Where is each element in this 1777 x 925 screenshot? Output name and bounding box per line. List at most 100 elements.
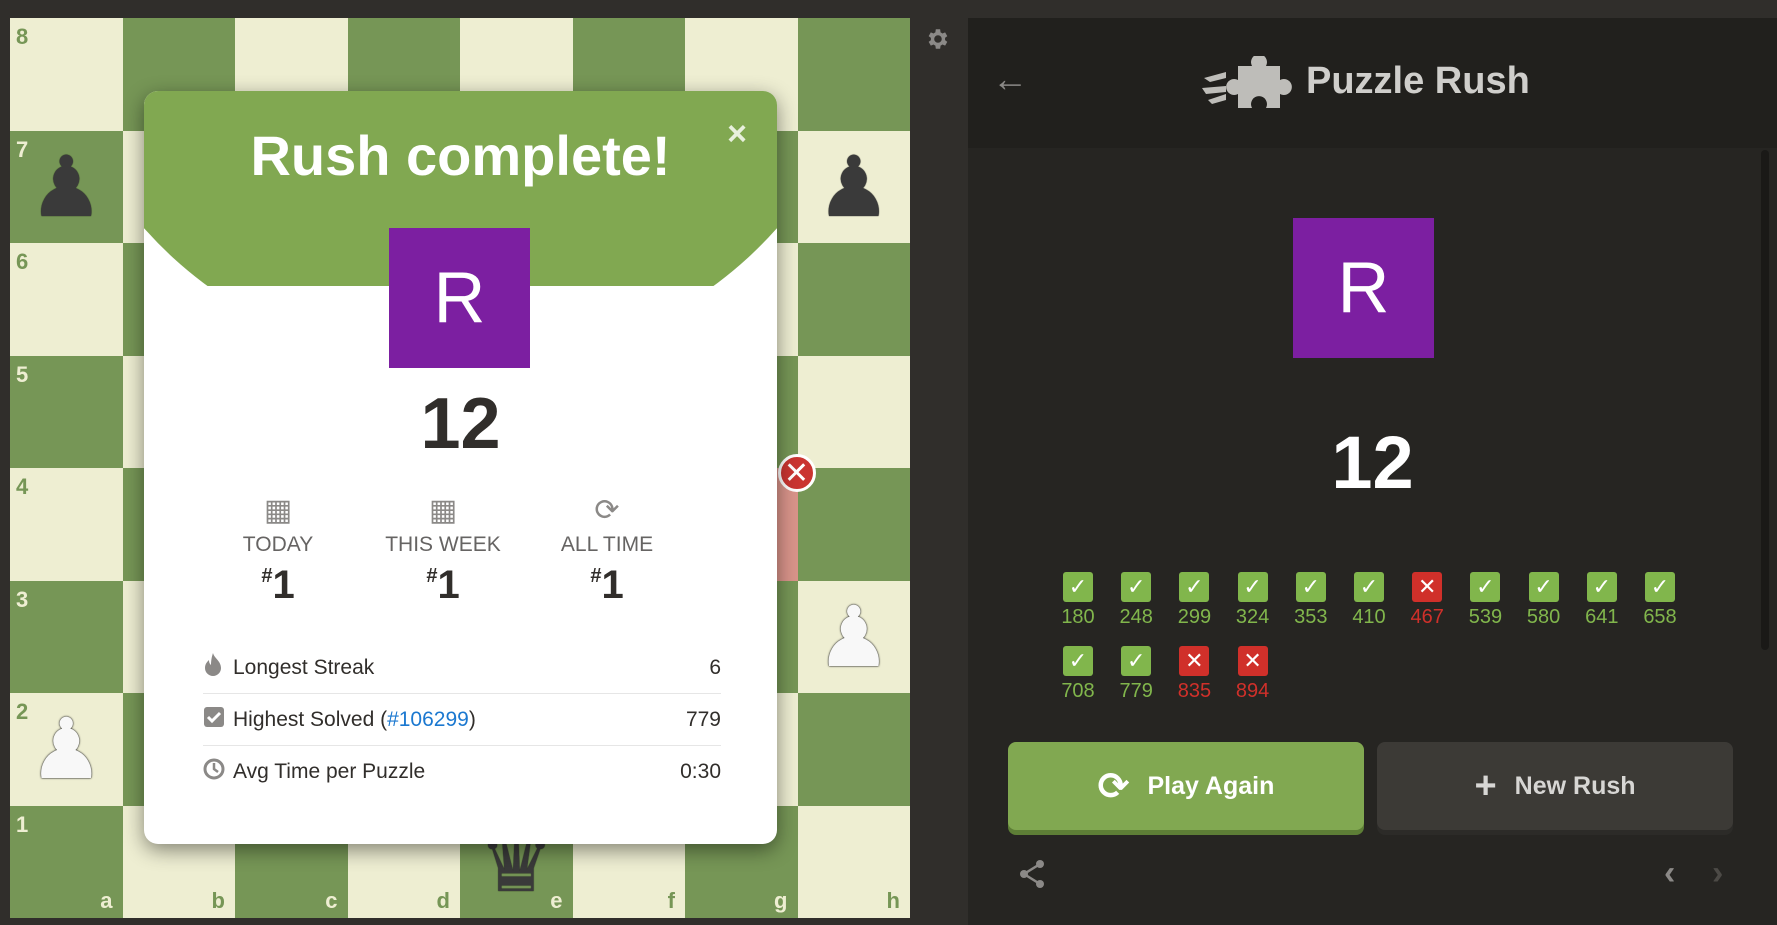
- stat-highest-solved: Highest Solved (#106299) 779: [203, 694, 721, 746]
- puzzle-result-item[interactable]: ✓ 353: [1291, 572, 1331, 629]
- refresh-icon: ⟳: [1097, 765, 1130, 808]
- share-icon[interactable]: [1016, 858, 1048, 898]
- black-pawn-a7[interactable]: ♟: [10, 131, 123, 244]
- square-a7[interactable]: 7 ♟: [10, 130, 123, 244]
- square-a2[interactable]: 2 ♟: [10, 693, 123, 806]
- puzzle-result-item[interactable]: ✓ 410: [1349, 572, 1389, 629]
- puzzle-result-item[interactable]: ✕ 467: [1407, 572, 1447, 629]
- check-icon: ✓: [1121, 572, 1152, 602]
- square-a4[interactable]: 4: [10, 468, 123, 581]
- puzzle-rating: 248: [1119, 606, 1153, 628]
- puzzle-result-item[interactable]: ✓ 658: [1640, 572, 1680, 629]
- check-icon: ✓: [1179, 572, 1210, 602]
- check-icon: ✓: [1063, 572, 1093, 602]
- square-a1[interactable]: 1a: [10, 805, 123, 918]
- rank-label: 5: [16, 361, 29, 387]
- black-pawn-h7[interactable]: ♟: [798, 131, 911, 244]
- puzzle-rush-screen: 8 7 ♟ ♟ 6 5 4 ✕ 3 ♟ 2 ♟ 1 a b c d e ♛ f g h Rush complete! × …: [0, 0, 1777, 925]
- square-h6[interactable]: [797, 243, 910, 356]
- white-pawn-h3[interactable]: ♟: [798, 581, 911, 694]
- square-h4[interactable]: [797, 468, 910, 581]
- file-label: d: [436, 888, 450, 913]
- stat-value: 6: [709, 655, 721, 679]
- panel-header: ← Puzzle Rush: [968, 18, 1777, 148]
- puzzle-rating: 539: [1468, 606, 1503, 628]
- checkbox-icon: [203, 706, 233, 734]
- plus-icon: +: [1474, 764, 1497, 807]
- square-h2[interactable]: [797, 693, 910, 806]
- file-label: a: [100, 888, 113, 913]
- puzzle-rating: 641: [1585, 606, 1619, 628]
- rank-all-time: ⟳ ALL TIME #1: [527, 491, 687, 608]
- scrollbar[interactable]: [1761, 150, 1769, 650]
- file-label: c: [325, 888, 338, 913]
- puzzle-result-item[interactable]: ✓ 580: [1524, 572, 1564, 629]
- clock-icon: [203, 758, 233, 786]
- avatar: R: [389, 228, 530, 368]
- square-h7[interactable]: ♟: [797, 130, 911, 244]
- square-h8[interactable]: [797, 18, 910, 131]
- puzzle-rating: 835: [1177, 680, 1212, 702]
- puzzle-rating: 779: [1119, 680, 1153, 702]
- check-icon: ✓: [1645, 572, 1675, 602]
- stat-value: 0:30: [680, 760, 721, 783]
- puzzle-result-item[interactable]: ✕ 835: [1174, 646, 1214, 703]
- calendar-icon: ▦: [263, 494, 293, 527]
- puzzle-result-item[interactable]: ✓ 641: [1582, 572, 1622, 629]
- stat-longest-streak: Longest Streak 6: [203, 642, 721, 694]
- rank-label: 4: [16, 474, 29, 499]
- puzzle-result-item[interactable]: ✓ 539: [1465, 572, 1505, 629]
- rank-value: #1: [261, 563, 295, 607]
- new-rush-button[interactable]: + New Rush: [1377, 742, 1733, 830]
- rank-label: 3: [16, 586, 29, 612]
- puzzle-rating: 580: [1526, 606, 1561, 628]
- rank-label: TODAY: [242, 533, 314, 556]
- square-h5[interactable]: [797, 355, 910, 468]
- puzzle-result-item[interactable]: ✓ 708: [1058, 646, 1098, 703]
- puzzle-result-item[interactable]: ✕ 894: [1233, 646, 1273, 703]
- play-again-button[interactable]: ⟳ Play Again: [1008, 742, 1364, 830]
- rank-label: 6: [16, 249, 29, 274]
- next-arrow-icon[interactable]: ›: [1712, 854, 1723, 893]
- panel-title: Puzzle Rush: [1306, 60, 1530, 102]
- rank-label: 8: [16, 24, 29, 49]
- puzzle-rating: 708: [1061, 680, 1095, 702]
- file-label: b: [211, 888, 225, 913]
- modal-title: Rush complete!: [250, 124, 671, 187]
- square-a6[interactable]: 6: [10, 243, 123, 356]
- white-pawn-a2[interactable]: ♟: [10, 693, 123, 806]
- square-a5[interactable]: 5: [10, 355, 123, 468]
- square-h3[interactable]: ♟: [797, 580, 911, 694]
- refresh-icon: ⟳: [594, 494, 620, 527]
- puzzle-rush-icon: [1202, 56, 1292, 108]
- puzzle-result-item[interactable]: ✓ 299: [1174, 572, 1214, 629]
- file-label: h: [886, 888, 900, 913]
- puzzle-rush-panel: ← Puzzle Rush R 12 ✓ 180 ✓ 248 ✓ 299 ✓ 324 ✓ 353 ✓…: [968, 18, 1777, 925]
- flame-icon: [203, 652, 233, 683]
- check-icon: ✓: [1295, 572, 1326, 602]
- square-a8[interactable]: 8: [10, 18, 123, 131]
- puzzle-link[interactable]: #106299: [387, 708, 469, 731]
- rank-today: ▦ TODAY #1: [198, 491, 358, 608]
- cross-icon: ✕: [1179, 646, 1210, 676]
- close-icon[interactable]: ×: [727, 115, 747, 154]
- square-h1[interactable]: h: [797, 805, 910, 918]
- puzzle-result-item[interactable]: ✓ 180: [1058, 572, 1098, 629]
- avatar: R: [1293, 218, 1434, 358]
- back-arrow-icon[interactable]: ←: [992, 58, 1028, 100]
- gear-icon[interactable]: [924, 26, 950, 52]
- puzzle-result-item[interactable]: ✓ 324: [1233, 572, 1273, 629]
- check-icon: ✓: [1586, 572, 1617, 602]
- previous-arrow-icon[interactable]: ‹: [1664, 854, 1675, 893]
- square-a3[interactable]: 3: [10, 580, 123, 693]
- rush-score: 12: [420, 384, 501, 464]
- check-icon: ✓: [1063, 646, 1093, 676]
- puzzle-result-item[interactable]: ✓ 248: [1116, 572, 1156, 629]
- puzzle-rating: 467: [1410, 606, 1444, 628]
- check-icon: ✓: [1121, 646, 1152, 676]
- puzzle-result-item[interactable]: ✓ 779: [1116, 646, 1156, 703]
- button-label: New Rush: [1514, 771, 1636, 800]
- cross-icon: ✕: [1237, 646, 1268, 676]
- check-icon: ✓: [1354, 572, 1384, 602]
- puzzle-rating: 180: [1061, 606, 1095, 628]
